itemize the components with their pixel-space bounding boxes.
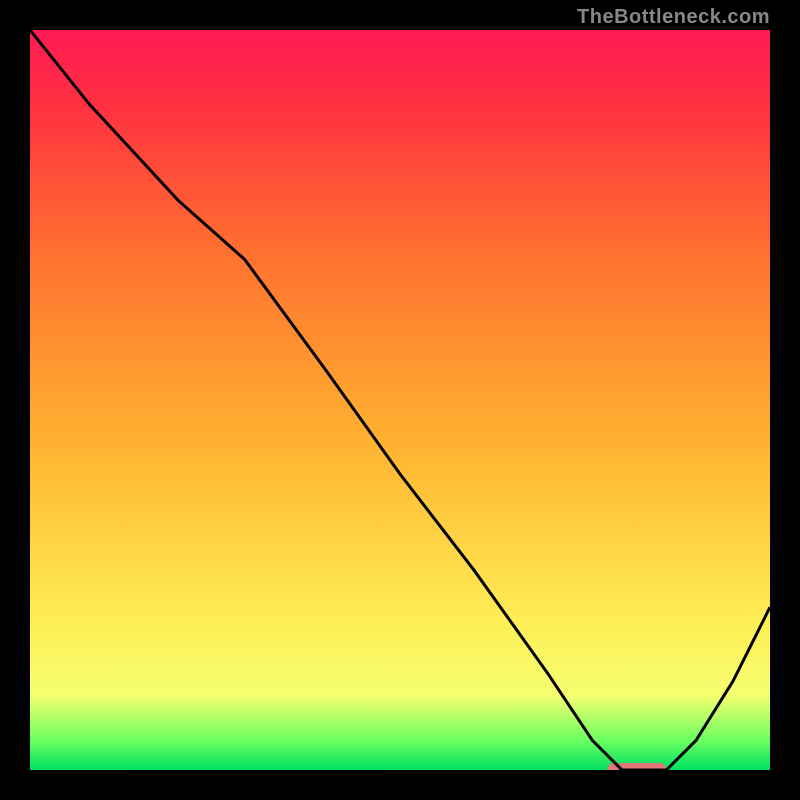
plot-area — [30, 30, 770, 770]
bottleneck-curve — [30, 30, 770, 770]
watermark-text: TheBottleneck.com — [577, 6, 770, 29]
chart-container: TheBottleneck.com — [0, 0, 800, 800]
chart-svg — [30, 30, 770, 770]
